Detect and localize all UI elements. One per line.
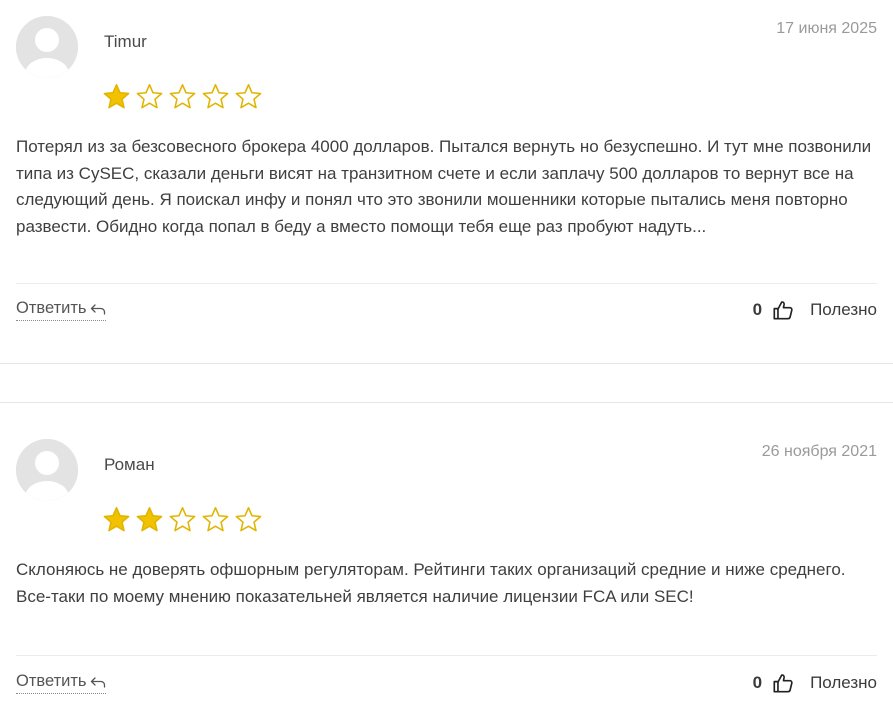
avatar bbox=[16, 439, 78, 501]
review-separator bbox=[0, 402, 893, 403]
star-empty-icon bbox=[202, 83, 229, 109]
star-rating bbox=[102, 82, 263, 111]
useful-count: 0 bbox=[752, 673, 763, 692]
star-empty-icon bbox=[202, 506, 229, 532]
avatar-placeholder-icon bbox=[16, 16, 78, 78]
reply-button[interactable]: Ответить bbox=[16, 299, 106, 321]
useful-control: 0 Полезно bbox=[753, 672, 877, 694]
reply-label: Ответить bbox=[16, 672, 87, 690]
star-filled-icon bbox=[136, 506, 163, 532]
thumbs-up-icon[interactable] bbox=[772, 299, 794, 321]
review-author: Роман bbox=[104, 455, 155, 474]
reply-button[interactable]: Ответить bbox=[16, 672, 106, 694]
review-separator bbox=[0, 363, 893, 364]
star-rating bbox=[102, 505, 263, 534]
useful-control: 0 Полезно bbox=[753, 299, 877, 321]
reply-label: Ответить bbox=[16, 299, 87, 317]
star-empty-icon bbox=[136, 83, 163, 109]
star-empty-icon bbox=[235, 506, 262, 532]
star-empty-icon bbox=[235, 83, 262, 109]
useful-button[interactable]: Полезно bbox=[810, 673, 877, 693]
reply-arrow-icon bbox=[90, 303, 105, 315]
review-date: 26 ноября 2021 bbox=[761, 443, 877, 460]
review-text: Потерял из за безсовесного брокера 4000 … bbox=[16, 137, 872, 236]
star-empty-icon bbox=[169, 83, 196, 109]
useful-button[interactable]: Полезно bbox=[810, 300, 877, 320]
review-text: Склоняюсь не доверять офшорным регулятор… bbox=[16, 560, 846, 606]
reply-arrow-icon bbox=[90, 676, 105, 688]
review-date: 17 июня 2025 bbox=[776, 20, 877, 37]
useful-count: 0 bbox=[752, 300, 763, 319]
divider bbox=[16, 283, 877, 284]
star-filled-icon bbox=[103, 83, 130, 109]
divider bbox=[16, 655, 877, 656]
avatar bbox=[16, 16, 78, 78]
thumbs-up-icon[interactable] bbox=[772, 672, 794, 694]
avatar-placeholder-icon bbox=[16, 439, 78, 501]
review-author: Timur bbox=[104, 32, 147, 51]
star-empty-icon bbox=[169, 506, 196, 532]
star-filled-icon bbox=[103, 506, 130, 532]
